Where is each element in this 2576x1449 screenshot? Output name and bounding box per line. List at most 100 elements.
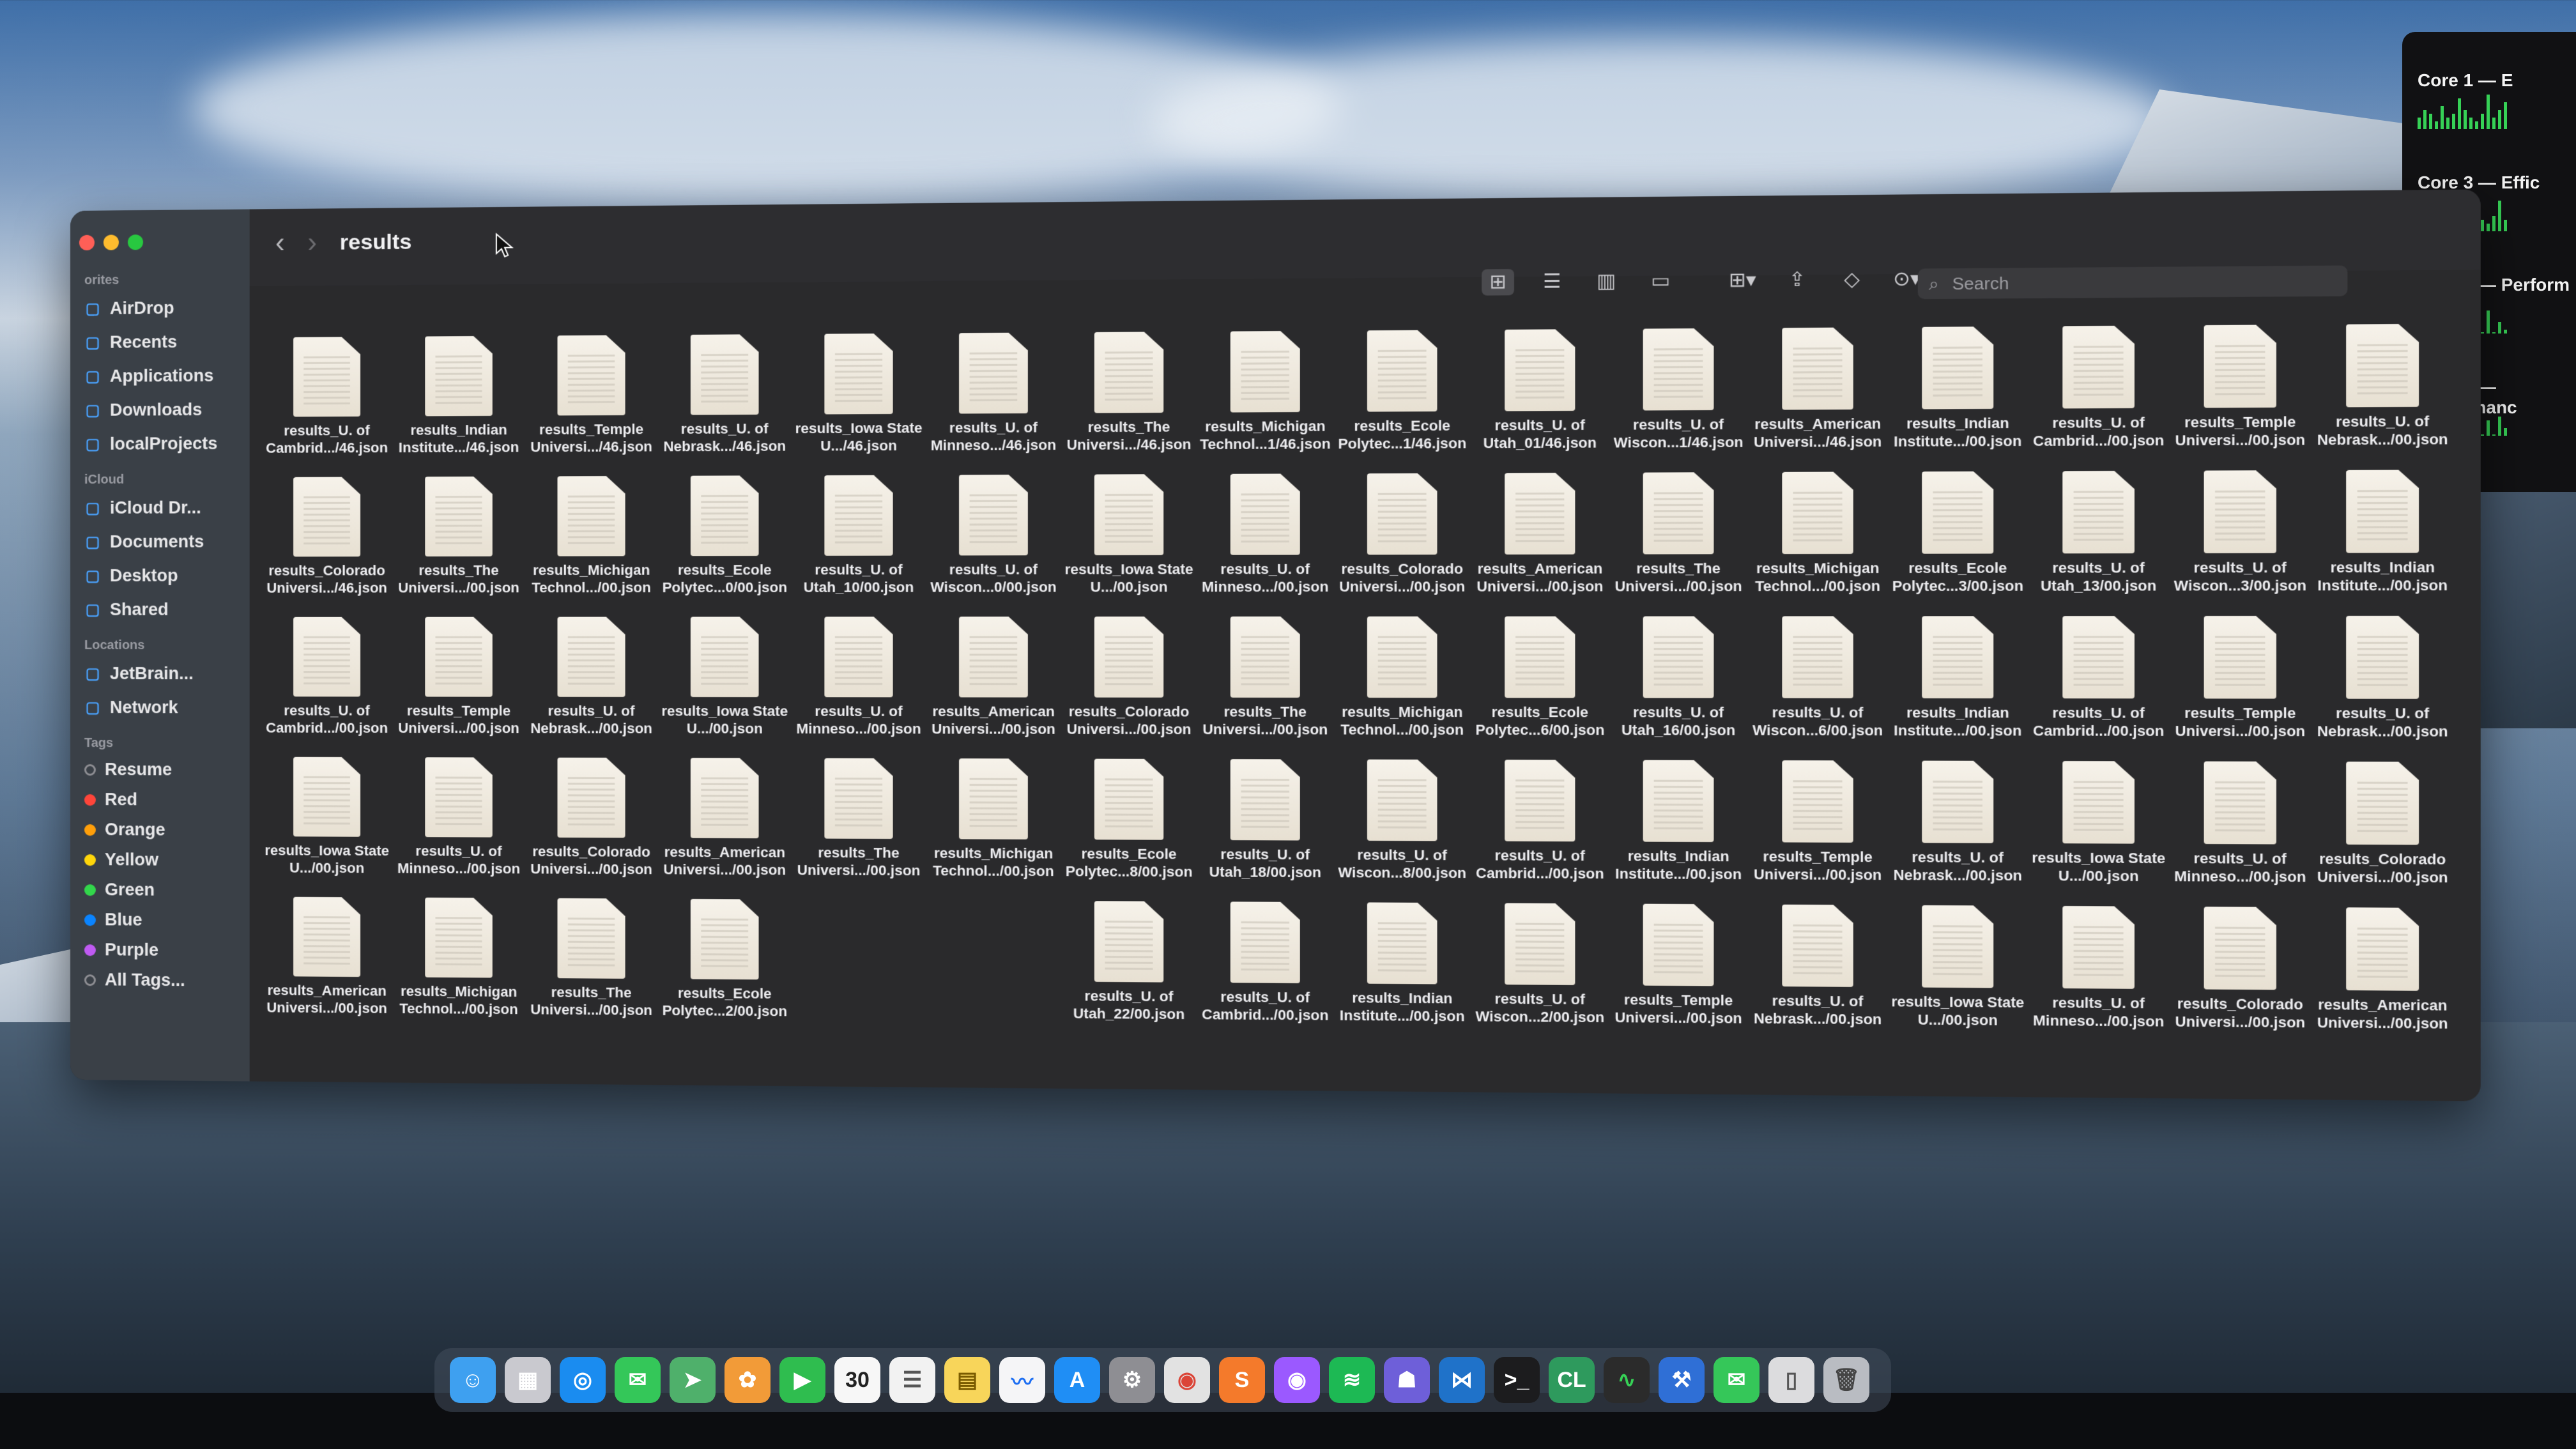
system-settings-icon[interactable]: ⚙ [1109, 1357, 1155, 1403]
file-item[interactable]: results_Colorado Universi.../00.json [526, 758, 657, 878]
file-item[interactable]: results_The Universi.../00.json [793, 758, 924, 880]
file-item[interactable]: results_American Universi.../00.json [659, 758, 790, 878]
xcode-icon[interactable]: ⚒ [1659, 1357, 1705, 1403]
file-item[interactable]: results_U. of Utah_22/00.json [1062, 901, 1195, 1025]
sidebar-item-locations[interactable]: ▢ JetBrain... [70, 657, 250, 691]
tag-icon[interactable]: ◇ [1836, 266, 1869, 293]
app-store-icon[interactable]: A [1054, 1357, 1100, 1403]
file-item[interactable]: results_U. of Utah_18/00.json [1199, 759, 1333, 881]
launchpad-icon[interactable]: ▦ [505, 1357, 551, 1403]
file-item[interactable]: results_U. of Minneso.../46.json [927, 332, 1059, 454]
terminal-icon[interactable]: >_ [1494, 1357, 1540, 1403]
file-item[interactable]: results_Temple Universi.../00.json [1611, 903, 1747, 1030]
file-item[interactable]: results_U. of Wiscon...6/00.json [1749, 616, 1886, 739]
file-item[interactable]: results_Iowa State U.../46.json [793, 334, 924, 455]
sidebar-item-icloud[interactable]: ▢ Documents [70, 525, 250, 559]
sidebar-item-icloud[interactable]: ▢ iCloud Dr... [70, 491, 250, 525]
back-button[interactable]: ‹ [275, 227, 285, 259]
sublime-icon[interactable]: S [1219, 1357, 1265, 1403]
file-item[interactable]: results_U. of Utah_13/00.json [2029, 471, 2168, 595]
file-item[interactable]: results_Ecole Polytec...0/00.json [659, 475, 790, 596]
zoom-button[interactable] [128, 234, 143, 250]
search-field[interactable]: ⌕ Search [1918, 265, 2348, 299]
sidebar-tag[interactable]: Green [70, 875, 250, 905]
file-item[interactable]: results_Colorado Universi.../00.json [2313, 762, 2453, 887]
messages-icon[interactable]: ✉ [615, 1357, 661, 1403]
share-icon[interactable]: ⇪ [1781, 267, 1813, 294]
sidebar-item-favorites[interactable]: ▢ localProjects [70, 427, 250, 461]
activity-monitor-icon[interactable]: ∿ [1604, 1357, 1650, 1403]
sidebar-item-favorites[interactable]: ▢ Recents [70, 325, 250, 360]
file-item[interactable]: results_Indian Institute.../00.json [1889, 616, 2027, 739]
file-item[interactable]: results_Iowa State U.../00.json [659, 617, 790, 737]
file-item[interactable]: results_Ecole Polytec...6/00.json [1472, 617, 1607, 739]
file-item[interactable]: results_Colorado Universi.../00.json [1062, 617, 1195, 738]
file-item[interactable]: results_Temple Universi.../46.json [526, 335, 657, 456]
file-item[interactable]: results_Iowa State U.../00.json [263, 757, 392, 877]
file-item[interactable]: results_U. of Nebrask.../00.json [2313, 616, 2453, 740]
github-icon[interactable]: ☗ [1384, 1357, 1430, 1403]
icon-view-icon[interactable]: ⊞ [1482, 269, 1514, 296]
file-item[interactable]: results_Ecole Polytec...3/00.json [1889, 471, 2027, 595]
file-item[interactable]: results_Colorado Universi.../00.json [1335, 473, 1469, 595]
file-item[interactable]: results_The Universi.../00.json [1199, 617, 1333, 739]
sidebar-tag[interactable]: Red [70, 785, 250, 815]
file-item[interactable]: results_Indian Institute.../00.json [1889, 326, 2027, 450]
sidebar-tag[interactable]: Orange [70, 815, 250, 845]
file-item[interactable]: results_Iowa State U.../00.json [2029, 761, 2168, 885]
file-item[interactable]: results_Indian Institute.../00.json [2313, 470, 2453, 594]
maps-icon[interactable]: ➤ [670, 1357, 716, 1403]
file-item[interactable]: results_U. of Utah_01/46.json [1472, 329, 1607, 452]
file-item[interactable]: results_The Universi.../46.json [1062, 332, 1195, 454]
calendar-icon[interactable]: 30 [834, 1357, 880, 1403]
file-item[interactable]: results_Indian Institute.../46.json [394, 336, 524, 457]
file-item[interactable]: results_Michigan Technol.../00.json [1749, 471, 1886, 595]
file-item[interactable]: results_U. of Wiscon...0/00.json [927, 475, 1059, 596]
file-item[interactable]: results_U. of Cambrid.../00.json [2029, 616, 2168, 740]
file-item[interactable]: results_Iowa State U.../00.json [1889, 905, 2027, 1032]
file-item[interactable]: results_U. of Nebrask.../00.json [1889, 760, 2027, 884]
file-item[interactable]: results_Michigan Technol.../00.json [394, 898, 524, 1021]
file-item[interactable]: results_U. of Cambrid.../00.json [2029, 325, 2168, 450]
sidebar-item-favorites[interactable]: ▢ AirDrop [70, 291, 250, 326]
sidebar-item-favorites[interactable]: ▢ Downloads [70, 393, 250, 427]
sidebar-tag[interactable]: Purple [70, 935, 250, 966]
sidebar-item-icloud[interactable]: ▢ Desktop [70, 559, 250, 593]
file-item[interactable]: results_Temple Universi.../00.json [2170, 616, 2310, 740]
file-item[interactable]: results_U. of Nebrask.../00.json [1749, 904, 1886, 1031]
list-view-icon[interactable]: ☰ [1536, 268, 1568, 295]
file-item[interactable]: results_U. of Minneso.../00.json [793, 617, 924, 737]
vscode-icon[interactable]: ⋈ [1439, 1357, 1485, 1403]
file-item[interactable]: results_U. of Nebrask.../00.json [2313, 324, 2453, 449]
group-icon[interactable]: ⊞▾ [1726, 267, 1759, 294]
sidebar-item-favorites[interactable]: ▢ Applications [70, 358, 250, 394]
notes-icon[interactable]: ▤ [944, 1357, 990, 1403]
file-item[interactable]: results_The Universi.../00.json [394, 477, 524, 597]
file-item[interactable]: results_U. of Minneso.../00.json [2029, 906, 2168, 1033]
sidebar-tag[interactable]: Blue [70, 905, 250, 936]
file-item[interactable]: results_Temple Universi.../00.json [394, 617, 524, 737]
file-item[interactable]: results_U. of Nebrask.../46.json [659, 334, 790, 456]
file-item[interactable]: results_American Universi.../46.json [1749, 327, 1886, 451]
file-item[interactable]: results_Michigan Technol.../00.json [526, 476, 657, 596]
file-item[interactable]: results_U. of Cambrid.../00.json [1472, 760, 1607, 882]
file-item[interactable]: results_U. of Utah_16/00.json [1611, 616, 1747, 739]
file-item[interactable]: results_Iowa State U.../00.json [1062, 474, 1195, 596]
clion-icon[interactable]: CL [1549, 1357, 1595, 1403]
sidebar-tag[interactable]: Yellow [70, 845, 250, 875]
safari-icon[interactable]: ◎ [560, 1357, 606, 1403]
file-item[interactable]: results_Ecole Polytec...2/00.json [659, 899, 790, 1023]
file-item[interactable]: results_American Universi.../00.json [927, 617, 1059, 738]
file-item[interactable]: results_The Universi.../00.json [1611, 472, 1747, 595]
sidebar-item-locations[interactable]: ▢ Network [70, 691, 250, 724]
forward-button[interactable]: › [307, 227, 317, 259]
finder-window[interactable]: orites ▢ AirDrop ▢ Recents ▢ Applications ▢ Dow… [70, 189, 2481, 1101]
messages-alt-icon[interactable]: ✉ [1713, 1357, 1759, 1403]
column-view-icon[interactable]: ▥ [1590, 268, 1623, 295]
trash-icon[interactable]: 🗑 [1823, 1357, 1869, 1403]
file-item[interactable]: results_Indian Institute.../00.json [1335, 902, 1469, 1028]
file-item[interactable]: results_U. of Cambrid.../46.json [263, 337, 392, 457]
file-item[interactable]: results_U. of Minneso.../00.json [2170, 761, 2310, 885]
file-item[interactable]: results_U. of Wiscon...2/00.json [1472, 903, 1607, 1029]
sidebar-tag[interactable]: All Tags... [70, 965, 250, 996]
